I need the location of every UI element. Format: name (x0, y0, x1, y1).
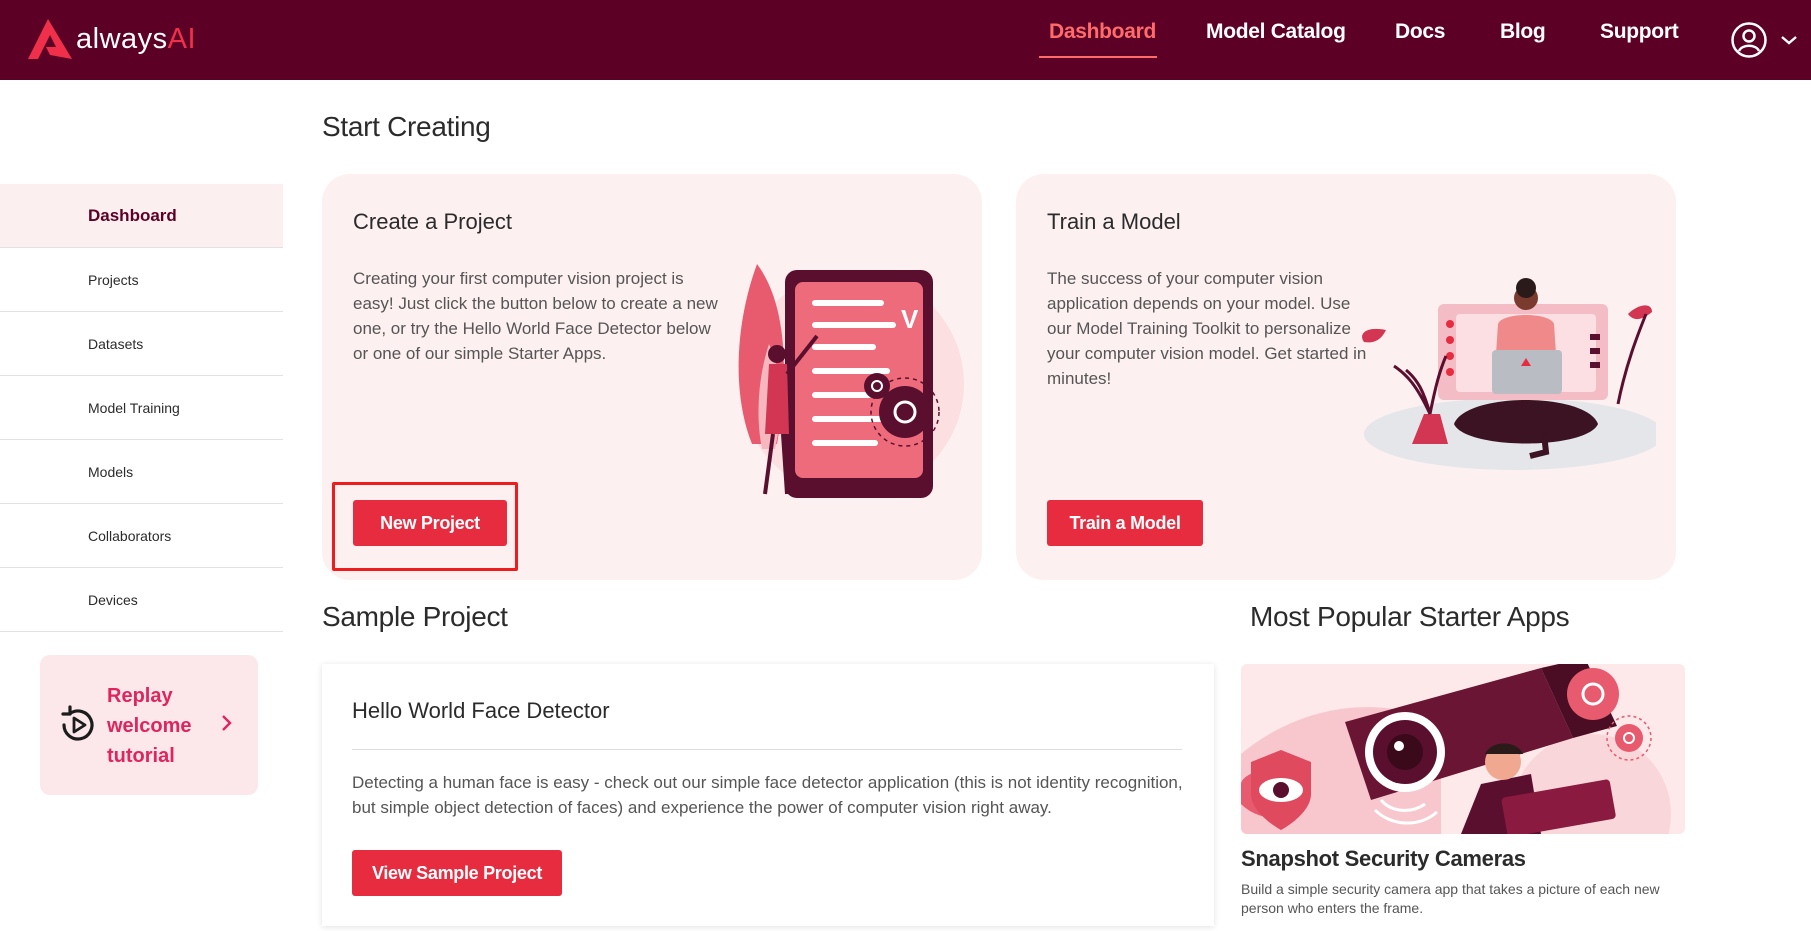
create-project-text: Creating your first computer vision proj… (353, 269, 718, 363)
sample-project-card: Hello World Face Detector Detecting a hu… (322, 664, 1214, 926)
new-project-highlight (332, 482, 518, 571)
chevron-down-icon (1781, 36, 1797, 45)
sidebar-nav: Dashboard Projects Datasets Model Traini… (0, 184, 283, 632)
view-sample-project-button[interactable]: View Sample Project (352, 850, 562, 896)
nav-blog[interactable]: Blog (1500, 20, 1546, 44)
security-camera-illustration-icon (1241, 664, 1671, 834)
nav-dashboard[interactable]: Dashboard (1049, 20, 1156, 44)
replay-label-line3: tutorial (107, 745, 175, 767)
user-circle-icon (1731, 22, 1767, 58)
sidebar-item-projects[interactable]: Projects (0, 248, 283, 312)
start-creating-heading: Start Creating (322, 111, 491, 142)
train-model-text: The success of your computer vision appl… (1047, 269, 1367, 388)
sidebar-item-dashboard[interactable]: Dashboard (0, 184, 283, 248)
top-nav-bar: alwaysAI Dashboard Model Catalog Docs Bl… (0, 0, 1811, 80)
nav-support[interactable]: Support (1600, 20, 1679, 44)
starter-app-image[interactable] (1241, 664, 1685, 834)
create-project-title: Create a Project (353, 209, 512, 234)
alwaysai-logo-icon (28, 19, 72, 59)
brand-logo[interactable]: alwaysAI (26, 16, 196, 62)
replay-label-line1: Replay (107, 685, 173, 707)
starter-app-description: Build a simple security camera app that … (1241, 881, 1660, 916)
sidebar-item-devices[interactable]: Devices (0, 568, 283, 632)
svg-text:V: V (901, 304, 919, 334)
account-menu[interactable] (1730, 20, 1800, 60)
replay-label-line2: welcome (107, 715, 192, 737)
sample-project-text: Detecting a human face is easy - check o… (352, 773, 1183, 817)
sidebar-item-model-training[interactable]: Model Training (0, 376, 283, 440)
replay-icon (61, 705, 94, 741)
sample-project-divider (352, 749, 1182, 750)
sidebar-item-datasets[interactable]: Datasets (0, 312, 283, 376)
nav-active-underline (1039, 56, 1157, 58)
sidebar-item-models[interactable]: Models (0, 440, 283, 504)
nav-model-catalog[interactable]: Model Catalog (1206, 20, 1346, 44)
train-model-title: Train a Model (1047, 209, 1181, 234)
project-illustration-icon: V (738, 264, 964, 498)
train-model-card: Train a Model The success of your comput… (1016, 174, 1676, 580)
train-model-button[interactable]: Train a Model (1047, 500, 1203, 546)
brand-name-prefix: always (76, 22, 168, 55)
starter-app-title[interactable]: Snapshot Security Cameras (1241, 846, 1526, 872)
sample-project-heading: Sample Project (322, 601, 508, 632)
starter-apps-heading: Most Popular Starter Apps (1250, 601, 1570, 632)
replay-tutorial-card[interactable]: Replay welcome tutorial (40, 655, 258, 795)
sidebar-item-collaborators[interactable]: Collaborators (0, 504, 283, 568)
nav-docs[interactable]: Docs (1395, 20, 1445, 44)
sample-project-title: Hello World Face Detector (352, 698, 610, 723)
chevron-right-icon (222, 715, 232, 731)
model-training-illustration-icon (1362, 278, 1656, 470)
brand-name-suffix: AI (167, 22, 197, 55)
